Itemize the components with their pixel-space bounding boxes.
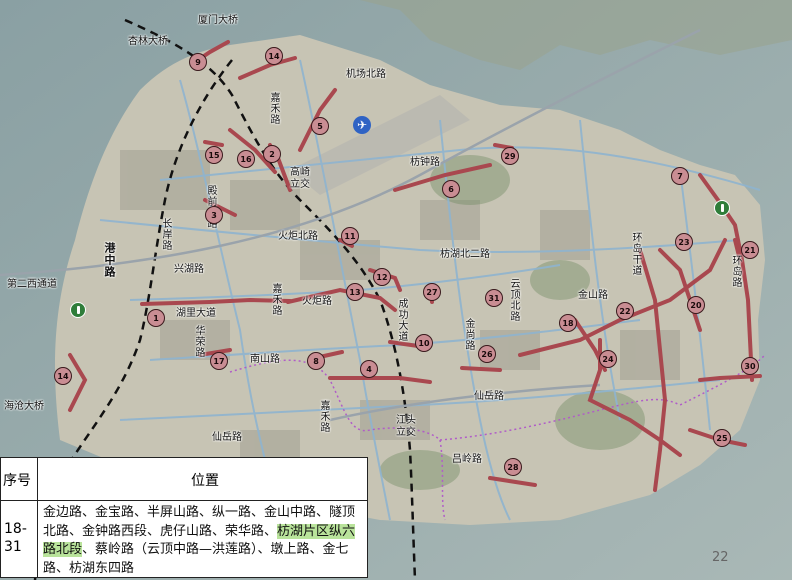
road-label: 厦门大桥 (198, 15, 238, 26)
route-number-badge: 24 (599, 350, 617, 368)
route-number-badge: 28 (504, 458, 522, 476)
road-label: 嘉禾路 (318, 400, 329, 433)
road-label: 枋湖北二路 (440, 249, 490, 260)
road-label: 云顶北路 (508, 278, 519, 322)
road-label: 南山路 (250, 354, 280, 365)
road-label: 湖里大道 (176, 308, 216, 319)
route-number-badge: 10 (415, 334, 433, 352)
location-text-2: 、蔡岭路（云顶中路—洪莲路）、墩上路、金七路、枋湖东四路 (43, 542, 349, 576)
route-number-badge: 17 (210, 352, 228, 370)
route-number-badge: 13 (346, 283, 364, 301)
road-label: 嘉禾路 (268, 92, 279, 125)
road-label: 立交 (290, 179, 310, 190)
route-number-badge: 9 (189, 53, 207, 71)
airport-icon: ✈ (353, 116, 371, 134)
road-label: 华荣路 (193, 325, 204, 358)
road-label: 杏林大桥 (128, 36, 168, 47)
legend-row-location: 金边路、金宝路、半屏山路、纵一路、金山中路、隧顶北路、金钟路西段、虎仔山路、荣华… (43, 504, 365, 578)
route-number-badge: 11 (341, 227, 359, 245)
route-number-badge: 25 (713, 429, 731, 447)
route-number-badge: 27 (423, 283, 441, 301)
road-label: 仙岳路 (474, 391, 504, 402)
legend-row-id: 18-31 (4, 521, 27, 555)
road-label: 金尚路 (463, 318, 474, 351)
legend-header-row (1, 458, 367, 501)
route-number-badge: 15 (205, 146, 223, 164)
route-number-badge: 22 (616, 302, 634, 320)
road-label: 成功大道 (396, 298, 407, 342)
road-label: 火炬路 (302, 296, 332, 307)
legend-table: 序号 位置 18-31 金边路、金宝路、半屏山路、纵一路、金山中路、隧顶北路、金… (0, 457, 368, 578)
route-number-badge: 7 (671, 167, 689, 185)
route-number-badge: 14 (265, 47, 283, 65)
route-number-badge: 31 (485, 289, 503, 307)
route-number-badge: 16 (237, 150, 255, 168)
legend-header-id: 序号 (3, 473, 31, 489)
road-label: 金山路 (578, 290, 608, 301)
route-number-badge: 12 (373, 268, 391, 286)
road-label: 环岛路 (730, 255, 741, 288)
road-label: 嘉禾路 (270, 283, 281, 316)
route-number-badge: 30 (741, 357, 759, 375)
road-label: 兴湖路 (174, 264, 204, 275)
route-number-badge: 1 (147, 309, 165, 327)
page-number: 22 (712, 550, 729, 565)
road-label: 立交 (396, 427, 416, 438)
metro-station-icon (70, 302, 86, 318)
road-label: 海沧大桥 (4, 401, 44, 412)
road-label: 环岛干道 (630, 232, 641, 276)
route-number-badge: 8 (307, 352, 325, 370)
road-label: 第二西通道 (7, 279, 57, 290)
road-label: 港中路 (103, 242, 116, 278)
route-number-badge: 2 (263, 145, 281, 163)
road-label: 吕岭路 (452, 454, 482, 465)
route-number-badge: 14 (54, 367, 72, 385)
route-number-badge: 21 (741, 241, 759, 259)
legend-header-location: 位置 (191, 473, 219, 489)
route-number-badge: 18 (559, 314, 577, 332)
route-number-badge: 20 (687, 296, 705, 314)
road-label: 火炬北路 (278, 231, 318, 242)
route-number-badge: 4 (360, 360, 378, 378)
route-number-badge: 3 (205, 206, 223, 224)
road-label: 枋钟路 (410, 157, 440, 168)
metro-station-icon (714, 200, 730, 216)
road-label: 机场北路 (346, 69, 386, 80)
route-number-badge: 29 (501, 147, 519, 165)
road-label: 高崎 (290, 167, 310, 178)
road-label: 江头 (396, 415, 416, 426)
route-number-badge: 23 (675, 233, 693, 251)
route-number-badge: 26 (478, 345, 496, 363)
route-number-badge: 6 (442, 180, 460, 198)
route-number-badge: 5 (311, 117, 329, 135)
road-label: 长岸路 (160, 218, 171, 251)
road-label: 仙岳路 (212, 432, 242, 443)
